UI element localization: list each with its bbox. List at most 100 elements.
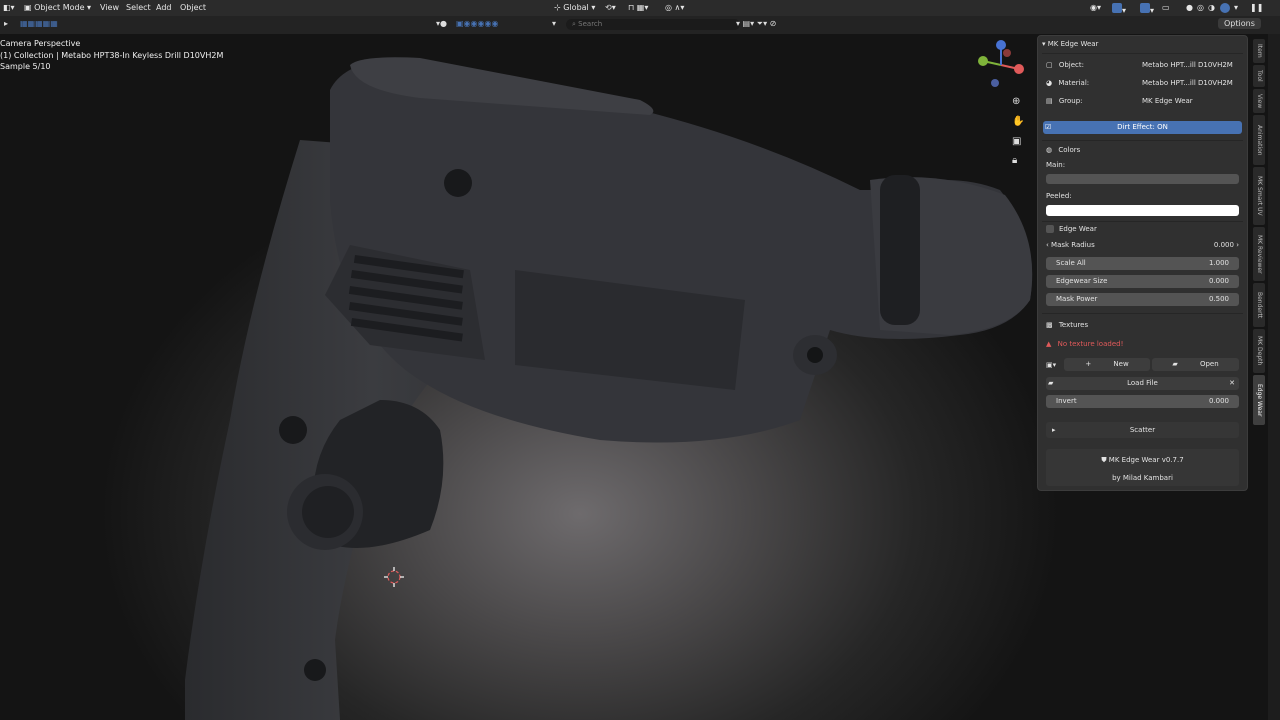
peeled-color-label: Peeled: xyxy=(1046,192,1072,200)
texture-actions: ▣▾ + New ▰ Open xyxy=(1046,358,1239,372)
shading-wire-icon[interactable]: ◎ xyxy=(1197,3,1204,12)
lock-icon[interactable]: 🔒︎ xyxy=(1012,155,1017,166)
main-color-label: Main: xyxy=(1046,161,1066,169)
menu-object[interactable]: Object xyxy=(180,3,206,12)
tool-icon[interactable]: ▸ xyxy=(4,19,8,28)
edge-wear-checkbox[interactable]: Edge Wear xyxy=(1046,222,1239,236)
scatter-label: Scatter xyxy=(1129,426,1156,434)
slider-value: 0.500 xyxy=(1208,295,1229,303)
orientation-label: Global xyxy=(563,3,589,12)
mask-radius-field[interactable]: ‹ Mask Radius 0.000 › xyxy=(1046,238,1239,252)
search-input[interactable]: ⌕ Search xyxy=(566,19,740,30)
tab-tool[interactable]: Tool xyxy=(1253,65,1265,87)
options-button[interactable]: Options xyxy=(1218,18,1261,29)
orientation-icon: ⊹ xyxy=(554,3,561,12)
image-browse-icon[interactable]: ▣▾ xyxy=(1046,361,1056,369)
tab-edge-wear[interactable]: Edge Wear xyxy=(1253,375,1265,425)
menu-select[interactable]: Select xyxy=(126,3,151,12)
panel-header[interactable]: ▾ MK Edge Wear xyxy=(1042,37,1239,51)
textures-label: Textures xyxy=(1058,321,1089,329)
top-header: ◧▾ ▣ Object Mode ▾ View Select Add Objec… xyxy=(0,0,1280,16)
folder-icon: ▰ xyxy=(1172,360,1180,368)
zoom-icon[interactable]: ⊕ xyxy=(1012,96,1020,107)
3d-cursor-icon xyxy=(384,567,404,587)
info-label: Object: xyxy=(1058,61,1084,69)
mask-radius-label: Mask Radius xyxy=(1051,241,1095,249)
pause-icon[interactable]: ❚❚ xyxy=(1250,3,1263,12)
menu-view[interactable]: View xyxy=(100,3,119,12)
collection-dropdown-icon[interactable]: ▾● xyxy=(436,19,447,28)
menu-add[interactable]: Add xyxy=(156,3,172,12)
xray-icon[interactable]: ▭ xyxy=(1162,3,1170,12)
edgewear-size-slider[interactable]: Edgewear Size 0.000 xyxy=(1046,275,1239,288)
filter-icon[interactable]: ▾ xyxy=(552,19,556,28)
gizmo-icon[interactable]: ▾ xyxy=(1112,3,1126,15)
slider-value: 1.000 xyxy=(1208,259,1229,267)
mask-radius-value-wrap: 0.000 › xyxy=(1214,238,1239,252)
open-texture-button[interactable]: ▰ Open xyxy=(1152,358,1239,371)
slider-label: Edgewear Size xyxy=(1056,277,1108,285)
snap-icon[interactable]: ⊓ ▦▾ xyxy=(628,3,648,12)
mask-power-slider[interactable]: Mask Power 0.500 xyxy=(1046,293,1239,306)
open-label: Open xyxy=(1199,360,1219,368)
dirt-effect-label: Dirt Effect: ON xyxy=(1117,123,1168,131)
tab-mk-depth[interactable]: MK Depth xyxy=(1253,329,1265,373)
tab-bendertt[interactable]: Bendertt xyxy=(1253,283,1265,327)
tab-item[interactable]: Item xyxy=(1253,39,1265,63)
main-color-swatch[interactable] xyxy=(1046,174,1239,184)
sample-label: Sample 5/10 xyxy=(0,62,51,71)
scatter-subpanel[interactable]: ▸ Scatter xyxy=(1046,422,1239,438)
material-icon: ◕ xyxy=(1046,79,1055,87)
mode-label: Object Mode xyxy=(34,3,85,12)
shading-rendered-icon[interactable] xyxy=(1220,3,1230,15)
mode-selector[interactable]: ▣ Object Mode ▾ xyxy=(24,3,91,12)
close-icon[interactable]: ✕ xyxy=(1229,377,1235,390)
object-icon: ▢ xyxy=(1046,61,1055,69)
tab-mk-smart-uv[interactable]: MK Smart UV xyxy=(1253,167,1265,225)
info-material: ◕ Material: Metabo HPT...ill D10VH2M xyxy=(1046,76,1239,90)
camera-icon[interactable]: ▣ xyxy=(1012,136,1021,147)
scale-all-slider[interactable]: Scale All 1.000 xyxy=(1046,257,1239,270)
new-label: New xyxy=(1113,360,1129,368)
tab-animation[interactable]: Animation xyxy=(1253,115,1265,165)
load-file-label: Load File xyxy=(1127,379,1158,387)
shading-material-icon[interactable]: ◑ xyxy=(1208,3,1215,12)
dirt-effect-toggle[interactable]: ☑ Dirt Effect: ON xyxy=(1043,121,1242,134)
pivot-icon[interactable]: ⟲▾ xyxy=(605,3,616,12)
increment-icon[interactable]: › xyxy=(1236,241,1239,249)
navigation-gizmo[interactable] xyxy=(975,39,1027,91)
info-value: MK Edge Wear xyxy=(1142,97,1193,105)
texture-icon: ▩ xyxy=(1046,321,1055,329)
tab-view[interactable]: View xyxy=(1253,89,1265,113)
footer-title: MK Edge Wear v0.7.7 xyxy=(1108,456,1184,464)
new-texture-button[interactable]: + New xyxy=(1064,358,1150,371)
overlays-icon[interactable]: ▾ xyxy=(1140,3,1154,15)
colors-label: Colors xyxy=(1058,146,1081,154)
shading-options-icon[interactable]: ▾ xyxy=(1234,3,1238,12)
shading-solid-icon[interactable]: ● xyxy=(1186,3,1193,12)
outliner-filter-icons[interactable]: ▾ ▤▾ ⏷▾ ⊘ xyxy=(736,19,776,29)
invert-slider[interactable]: Invert 0.000 xyxy=(1046,395,1239,408)
load-file-button[interactable]: ▰ Load File ✕ xyxy=(1046,377,1239,390)
slider-value: 0.000 xyxy=(1208,277,1229,285)
info-object: ▢ Object: Metabo HPT...ill D10VH2M xyxy=(1046,58,1239,72)
slider-label: Invert xyxy=(1056,397,1077,405)
warning-row: ▲ No texture loaded! xyxy=(1046,337,1239,351)
warning-icon: ▲ xyxy=(1046,340,1054,348)
select-box-icon[interactable]: ▦▦▦▦▦ xyxy=(20,19,58,28)
proportional-edit-icon[interactable]: ◎ ∧▾ xyxy=(665,3,684,12)
colors-header[interactable]: ◍ Colors xyxy=(1046,143,1239,157)
panel-title: MK Edge Wear xyxy=(1047,40,1099,48)
tab-mk-reviewer[interactable]: MK Reviewer xyxy=(1253,227,1265,281)
visibility-icon[interactable]: ◉▾ xyxy=(1090,3,1101,12)
orientation-selector[interactable]: ⊹ Global ▾ xyxy=(554,3,595,12)
properties-strip xyxy=(1268,34,1280,720)
editor-type-icon[interactable]: ◧▾ xyxy=(3,3,15,12)
selectability-icons[interactable]: ▣◉◉◉◉◉ xyxy=(456,19,498,28)
mask-radius-value: 0.000 xyxy=(1213,241,1234,249)
warning-text: No texture loaded! xyxy=(1057,340,1124,348)
peeled-color-swatch[interactable] xyxy=(1046,205,1239,216)
group-icon: ▤ xyxy=(1046,97,1055,105)
textures-header[interactable]: ▩ Textures xyxy=(1046,318,1239,332)
pan-hand-icon[interactable]: ✋ xyxy=(1012,116,1024,127)
